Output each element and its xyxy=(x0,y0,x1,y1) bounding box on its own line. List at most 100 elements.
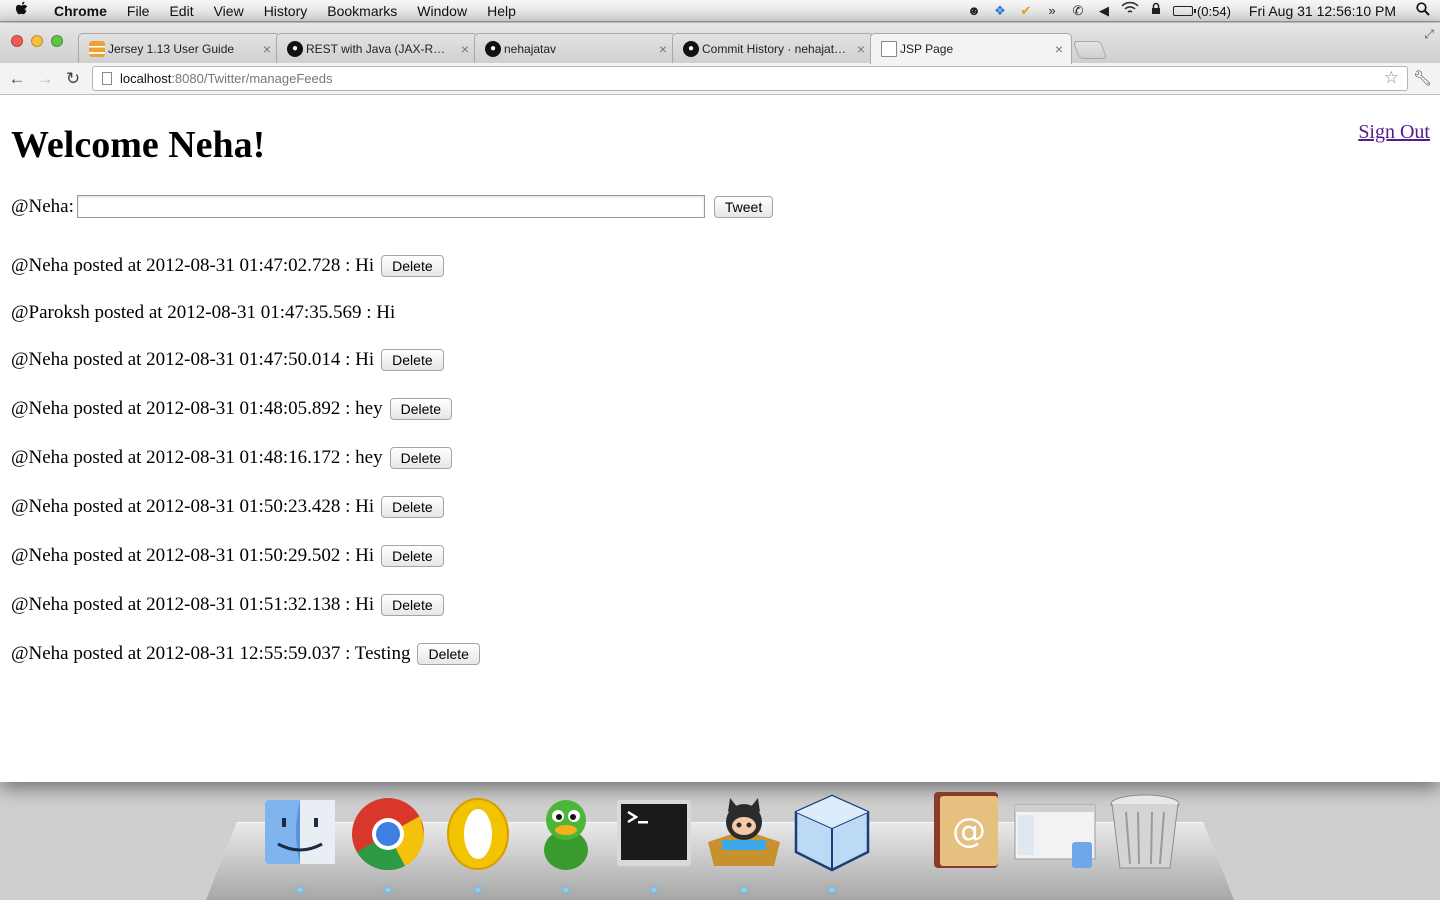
wifi-icon[interactable] xyxy=(1117,0,1143,22)
adium-icon[interactable] xyxy=(528,794,604,870)
delete-button[interactable]: Delete xyxy=(417,642,480,665)
menu-window[interactable]: Window xyxy=(407,0,477,22)
tab-title: JSP Page xyxy=(900,42,954,56)
list-item: @Neha posted at 2012-08-31 01:48:05.892 … xyxy=(11,384,480,433)
post-text: @Neha posted at 2012-08-31 01:48:16.172 … xyxy=(11,446,383,468)
battery-icon xyxy=(1172,6,1196,16)
fast-forward-icon[interactable]: » xyxy=(1039,0,1065,22)
delete-button[interactable]: Delete xyxy=(381,348,444,371)
menu-app-chrome[interactable]: Chrome xyxy=(44,0,117,22)
tab-rest-java[interactable]: ● REST with Java (JAX-RS) using × xyxy=(276,33,478,63)
delete-button[interactable]: Delete xyxy=(381,254,444,277)
menu-file[interactable]: File xyxy=(117,0,160,22)
github-favicon-icon: ● xyxy=(683,40,699,57)
browser-toolbar: ← → ↻ localhost:8080/Twitter/manageFeeds… xyxy=(0,63,1440,95)
post-text: @Neha posted at 2012-08-31 01:51:32.138 … xyxy=(11,593,375,615)
virtualbox-icon[interactable] xyxy=(792,792,870,872)
menu-edit[interactable]: Edit xyxy=(159,0,203,22)
finder-window-icon[interactable] xyxy=(1014,804,1096,880)
tweet-button[interactable]: Tweet xyxy=(713,195,774,218)
sign-out-link[interactable]: Sign Out xyxy=(1358,121,1430,144)
finder-icon[interactable] xyxy=(262,794,338,870)
url-path: :8080/Twitter/manageFeeds xyxy=(171,71,333,86)
menu-bar: Chrome File Edit View History Bookmarks … xyxy=(0,0,1440,22)
back-arrow-icon[interactable]: ← xyxy=(3,69,31,89)
wrench-menu-icon[interactable]: 🔧︎ xyxy=(1413,69,1432,87)
post-text: @Neha posted at 2012-08-31 12:55:59.037 … xyxy=(11,642,411,664)
lock-icon[interactable] xyxy=(1143,0,1169,22)
url-host: localhost xyxy=(120,71,172,86)
reload-icon[interactable]: ↻ xyxy=(59,69,87,89)
browser-window: Jersey 1.13 User Guide × ● REST with Jav… xyxy=(0,23,1440,782)
menu-view[interactable]: View xyxy=(204,0,254,22)
list-item: @Neha posted at 2012-08-31 01:48:16.172 … xyxy=(11,433,480,482)
phone-icon[interactable]: ✆ xyxy=(1065,0,1091,22)
tweet-input[interactable] xyxy=(76,195,705,218)
volume-icon[interactable]: ◀ xyxy=(1091,0,1117,22)
bookmark-star-icon[interactable]: ☆ xyxy=(1384,68,1399,88)
post-text: @Neha posted at 2012-08-31 01:48:05.892 … xyxy=(11,397,383,419)
running-indicator-terminal xyxy=(651,888,657,892)
post-text: @Paroksh posted at 2012-08-31 01:47:35.5… xyxy=(11,301,396,323)
zoom-window-button[interactable] xyxy=(51,35,63,47)
tab-title: nehajatav xyxy=(504,41,557,56)
tab-jersey-guide[interactable]: Jersey 1.13 User Guide × xyxy=(78,33,280,63)
delete-button[interactable]: Delete xyxy=(389,446,453,469)
delete-button[interactable]: Delete xyxy=(381,593,444,616)
spotlight-search-icon[interactable] xyxy=(1406,2,1440,20)
tab-jsp-page[interactable]: JSP Page × xyxy=(870,33,1072,64)
trash-icon[interactable] xyxy=(1108,792,1184,869)
menu-bookmarks[interactable]: Bookmarks xyxy=(317,0,407,22)
checkmark-icon[interactable]: ✔ xyxy=(1013,0,1039,22)
tab-close-icon[interactable]: × xyxy=(1055,41,1063,57)
page-content: Welcome Neha! Sign Out @Neha: Tweet @Neh… xyxy=(0,95,1440,782)
menu-history[interactable]: History xyxy=(254,0,318,22)
tab-title: REST with Java (JAX-RS) using xyxy=(306,41,453,56)
opera-icon[interactable] xyxy=(440,794,516,870)
tab-close-icon[interactable]: × xyxy=(659,41,667,57)
menubar-clock[interactable]: Fri Aug 31 12:56:10 PM xyxy=(1239,3,1406,19)
delete-button[interactable]: Delete xyxy=(381,544,444,567)
page-title: Welcome Neha! xyxy=(11,124,266,166)
battery-status[interactable]: (0:54) xyxy=(1169,4,1239,19)
dropbox-icon[interactable]: ❖ xyxy=(987,0,1013,22)
minimize-window-button[interactable] xyxy=(31,35,43,47)
tab-close-icon[interactable]: × xyxy=(857,41,865,57)
delete-button[interactable]: Delete xyxy=(389,397,453,420)
tab-close-icon[interactable]: × xyxy=(263,41,271,57)
window-controls xyxy=(11,35,63,47)
svg-text:@: @ xyxy=(952,811,986,851)
apple-menu-icon[interactable] xyxy=(0,1,44,21)
list-item: @Paroksh posted at 2012-08-31 01:47:35.5… xyxy=(11,290,480,335)
chrome-icon[interactable] xyxy=(350,794,426,871)
tab-commit-history[interactable]: ● Commit History · nehajatav/ × xyxy=(672,33,874,63)
post-text: @Neha posted at 2012-08-31 01:50:29.502 … xyxy=(11,544,375,566)
address-book-icon[interactable]: @ xyxy=(928,790,1004,868)
jersey-favicon-icon xyxy=(89,40,105,57)
owl-icon[interactable]: ☻ xyxy=(961,0,987,22)
running-indicator-finder xyxy=(297,888,303,892)
list-item: @Neha posted at 2012-08-31 01:50:29.502 … xyxy=(11,531,480,580)
menu-help[interactable]: Help xyxy=(477,0,526,22)
delete-button[interactable]: Delete xyxy=(381,495,444,518)
github-favicon-icon: ● xyxy=(485,40,501,57)
battery-time: (0:54) xyxy=(1196,3,1231,19)
tab-nehajatav[interactable]: ● nehajatav × xyxy=(474,33,676,63)
post-text: @Neha posted at 2012-08-31 01:50:23.428 … xyxy=(11,495,375,517)
list-item: @Neha posted at 2012-08-31 01:47:02.728 … xyxy=(11,241,480,290)
dock: @ xyxy=(0,790,1440,900)
tab-close-icon[interactable]: × xyxy=(461,41,469,57)
new-tab-button[interactable] xyxy=(1072,41,1108,59)
tweet-form: @Neha: Tweet xyxy=(11,195,774,218)
list-item: @Neha posted at 2012-08-31 01:51:32.138 … xyxy=(11,580,480,629)
post-text: @Neha posted at 2012-08-31 01:47:02.728 … xyxy=(11,254,375,276)
handle-label: @Neha: xyxy=(11,195,74,217)
address-bar[interactable]: localhost:8080/Twitter/manageFeeds ☆ xyxy=(92,66,1408,91)
fullscreen-icon[interactable]: ⤢ xyxy=(1424,27,1434,42)
tab-title: Commit History · nehajatav/ xyxy=(702,41,849,56)
feed-list: @Neha posted at 2012-08-31 01:47:02.728 … xyxy=(11,241,480,678)
terminal-icon[interactable] xyxy=(616,798,692,874)
github-app-icon[interactable] xyxy=(704,790,780,866)
close-window-button[interactable] xyxy=(11,35,23,47)
forward-arrow-icon[interactable]: → xyxy=(31,69,59,89)
